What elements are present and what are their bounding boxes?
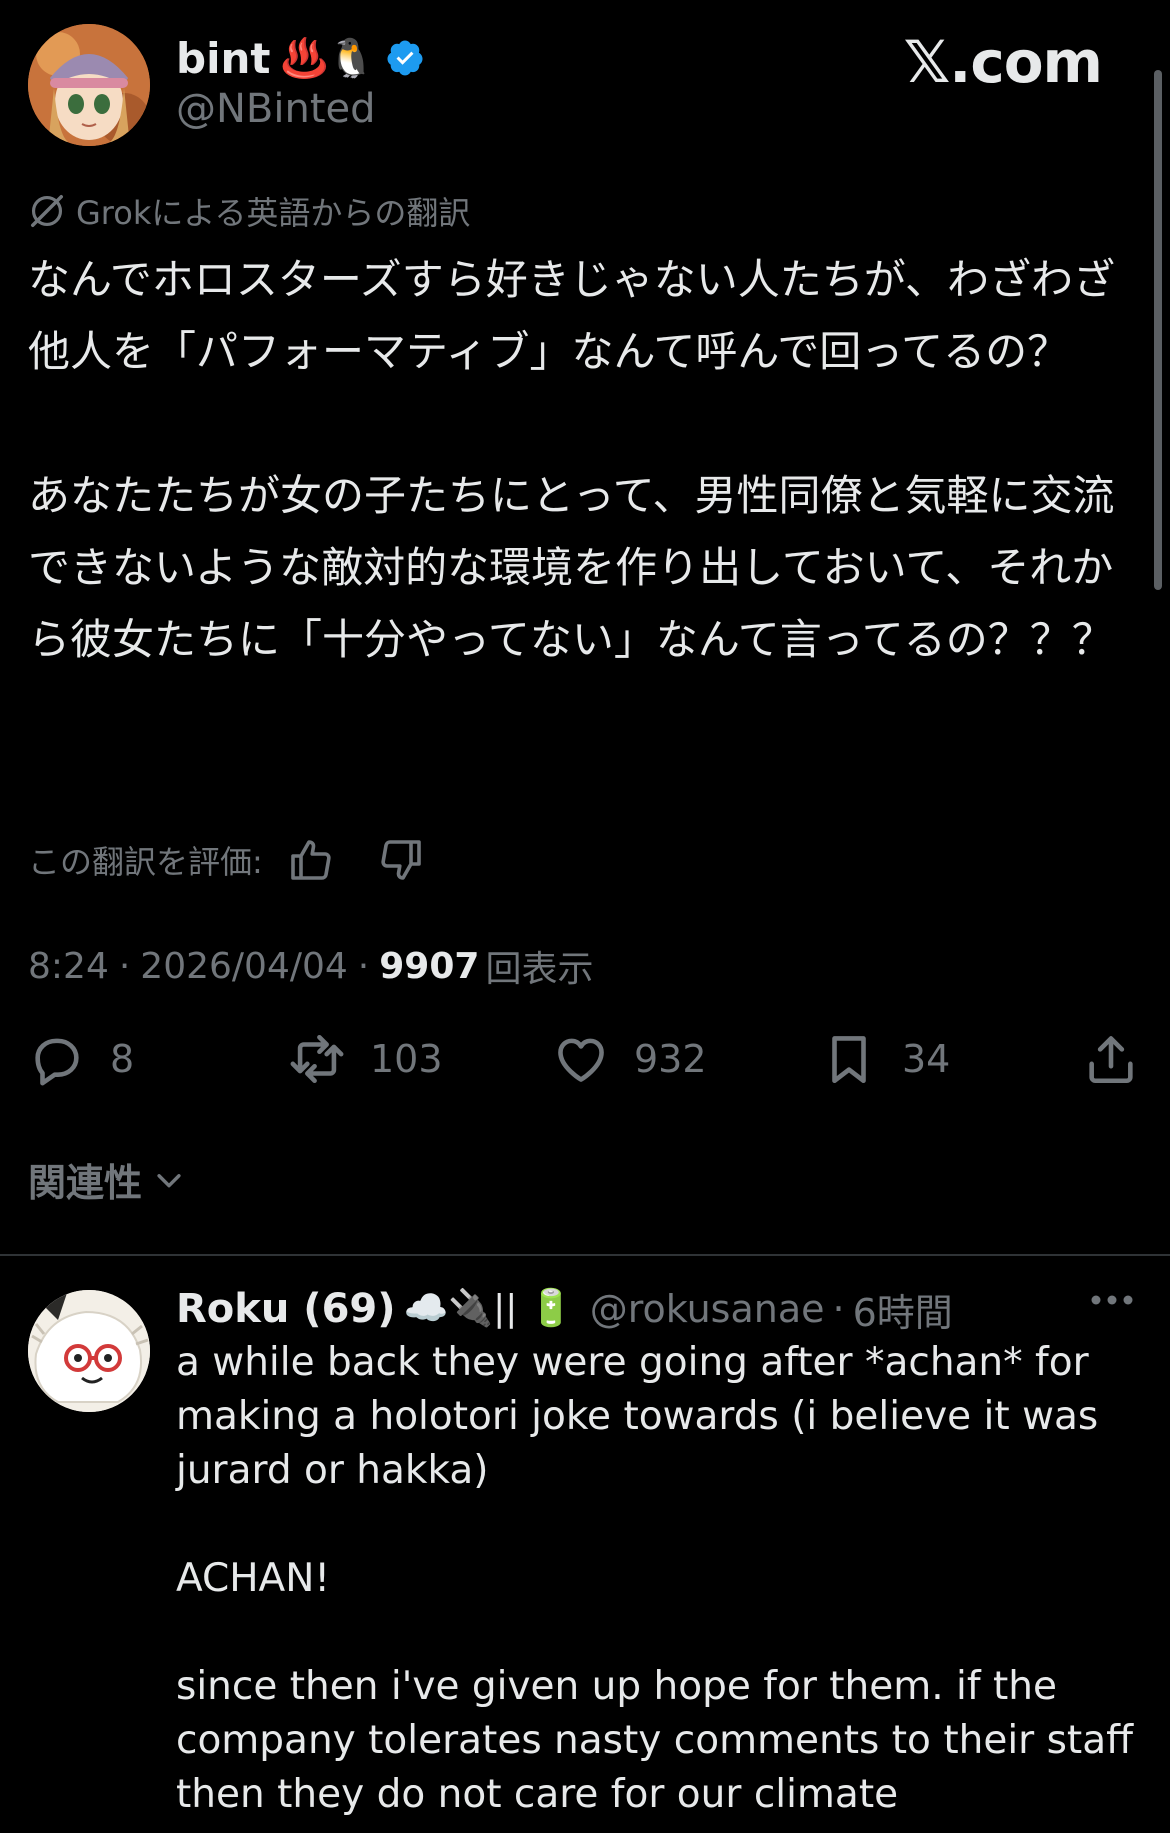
reply-sort-label: 関連性 [28,1161,143,1205]
share-button[interactable] [1082,1030,1140,1088]
tweet-body-text: なんでホロスターズすら好きじゃない人たちが、わざわざ他人を「パフォーマティブ」な… [28,255,1115,664]
rate-translation-label: この翻訳を評価: [28,843,263,881]
like-count: 932 [634,1037,707,1081]
bookmark-button[interactable]: 34 [820,1030,950,1088]
repost-icon [290,1034,344,1084]
x-brand-logo: 𝕏.com [903,28,1103,96]
tweet-time: 8:24 [28,945,109,987]
reply-display-name[interactable]: Roku (69) [176,1286,396,1332]
tweet-meta: 8:24 · 2026/04/04 · 9907 回表示 [28,940,593,992]
author-handle[interactable]: @NBinted [176,86,376,132]
reply-name-emojis: ☁️🔌|| 🔋 [403,1288,574,1329]
reply-author-avatar[interactable] [28,1290,150,1412]
author-display-name[interactable]: bint [176,34,270,83]
like-button[interactable]: 932 [552,1030,707,1088]
repost-button[interactable]: 103 [288,1030,443,1088]
repost-count: 103 [370,1037,443,1081]
translation-note-label: Grokによる英語からの翻訳 [76,194,471,232]
section-divider [0,1254,1170,1256]
tweet-date: 2026/04/04 [140,945,348,987]
reply-body-text: a while back they were going after *acha… [176,1340,1133,1817]
reply-time[interactable]: 6時間 [853,1282,953,1337]
more-options-icon[interactable] [1088,1290,1136,1310]
translation-note: Grokによる英語からの翻訳 [28,188,470,234]
author-name-row[interactable]: bint ♨️🐧 [176,30,425,86]
rate-translation-row: この翻訳を評価: [28,836,425,884]
scrollbar[interactable] [1154,70,1162,590]
grok-icon [31,195,63,227]
reply-sort-dropdown[interactable]: 関連性 [28,1152,186,1207]
reply-icon [35,1038,79,1086]
views-label: 回表示 [485,949,594,990]
tweet-detail-screen: bint ♨️🐧 @NBinted 𝕏.com Grokによる英語からの翻訳 な… [0,0,1170,1833]
heart-icon [558,1038,604,1082]
share-icon [1089,1036,1133,1084]
action-bar: 8 103 932 34 [28,1030,1142,1090]
meta-separator: · [357,945,370,987]
thumbs-down-icon[interactable] [377,836,425,884]
verified-badge-icon [387,40,423,76]
chevron-down-icon [157,1173,181,1187]
views-count[interactable]: 9907 [379,946,479,987]
reply-count: 8 [110,1037,135,1081]
reply-button[interactable]: 8 [28,1030,134,1088]
bookmark-icon [832,1036,866,1084]
meta-separator: · [832,1287,845,1331]
thumbs-up-icon[interactable] [287,836,335,884]
reply-handle[interactable]: @rokusanae [590,1287,825,1331]
author-avatar[interactable] [28,24,150,146]
bookmark-count: 34 [902,1037,951,1081]
meta-separator: · [118,945,131,987]
author-name-emojis: ♨️🐧 [280,36,376,80]
reply-header: Roku (69) ☁️🔌|| 🔋 @rokusanae · 6時間 [176,1280,953,1338]
